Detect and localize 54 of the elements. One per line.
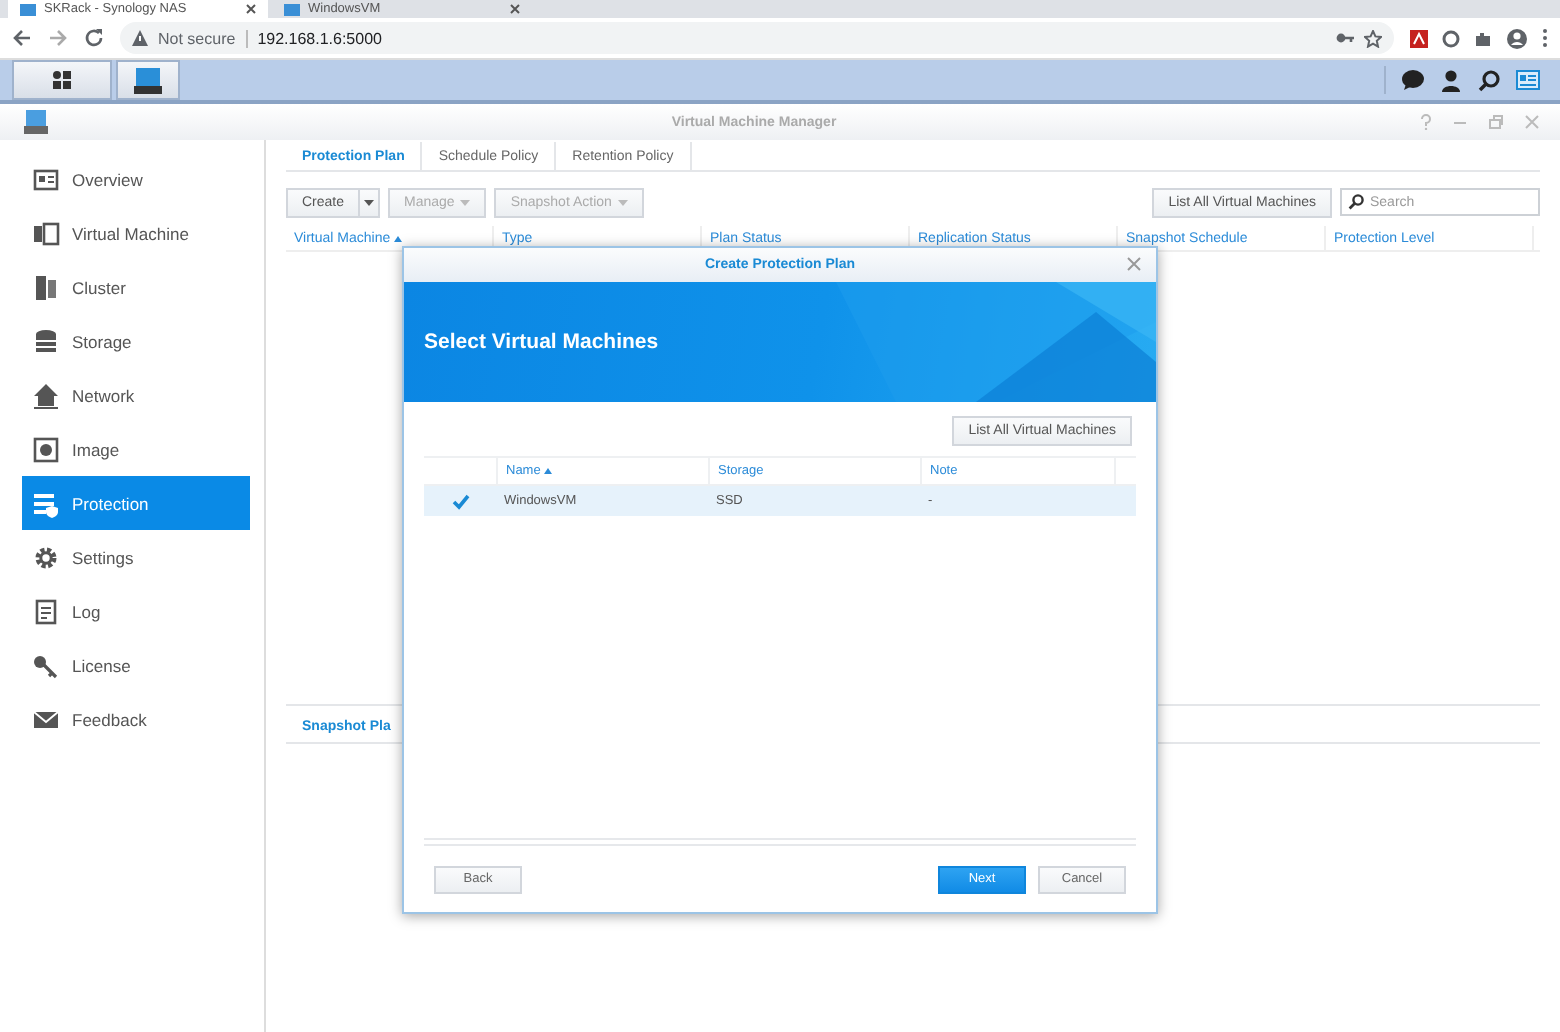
url-text: 192.168.1.6:5000 [245, 29, 382, 47]
dropdown-button[interactable] [360, 187, 381, 217]
sort-icon [394, 235, 403, 241]
back-icon[interactable] [12, 28, 32, 48]
monitor-icon [32, 219, 60, 247]
search-icon[interactable] [1478, 69, 1500, 91]
reload-icon[interactable] [84, 28, 104, 48]
house-icon [32, 381, 60, 409]
warning-icon [132, 30, 148, 46]
main-menu-button[interactable] [12, 60, 112, 100]
sidebar-item[interactable]: Virtual Machine [22, 206, 250, 260]
database-icon [32, 327, 60, 355]
widget-icon[interactable] [1516, 70, 1540, 90]
sidebar-item[interactable]: Settings [22, 530, 250, 584]
key-icon [32, 651, 60, 679]
checkmark-icon[interactable] [451, 493, 469, 509]
sidebar-item[interactable]: Log [22, 584, 250, 638]
sidebar-item[interactable]: Cluster [22, 260, 250, 314]
search-icon [1348, 194, 1364, 210]
star-icon[interactable] [1364, 29, 1382, 47]
sidebar-item[interactable]: License [22, 638, 250, 692]
server-rack-icon [134, 67, 162, 93]
caret-icon [364, 199, 375, 205]
shield-list-icon [32, 489, 60, 517]
document-icon [32, 597, 60, 625]
favicon-icon [20, 3, 36, 15]
gear-icon [32, 543, 60, 571]
key-icon[interactable] [1336, 32, 1354, 44]
pdf-icon[interactable] [1410, 29, 1428, 47]
sidebar-item[interactable]: Protection [22, 476, 250, 530]
circle-icon[interactable] [1442, 29, 1460, 47]
address-bar[interactable]: Not secure 192.168.1.6:5000 [120, 22, 1394, 54]
dialog-heading: Select Virtual Machines [424, 330, 659, 354]
sidebar-item[interactable]: Feedback [22, 692, 250, 746]
caret-icon [617, 199, 628, 205]
favicon-icon [284, 3, 300, 15]
sidebar-item[interactable]: Storage [22, 314, 250, 368]
more-icon[interactable] [1542, 28, 1548, 48]
chat-icon[interactable] [1402, 70, 1424, 90]
window-icon [32, 165, 60, 193]
app-icon [24, 109, 48, 135]
security-label: Not secure [158, 29, 236, 47]
caret-icon [460, 199, 471, 205]
apps-icon [52, 70, 72, 90]
user-icon[interactable] [1440, 69, 1462, 91]
profile-icon[interactable] [1506, 27, 1528, 49]
sort-icon [544, 468, 553, 474]
sidebar-item[interactable]: Network [22, 368, 250, 422]
sidebar-item[interactable]: Overview [22, 152, 250, 206]
sidebar-item[interactable]: Image [22, 422, 250, 476]
taskbar-app-button[interactable] [116, 60, 180, 100]
close-icon[interactable] [246, 4, 256, 14]
close-icon[interactable] [510, 4, 520, 14]
server-icon [32, 273, 60, 301]
